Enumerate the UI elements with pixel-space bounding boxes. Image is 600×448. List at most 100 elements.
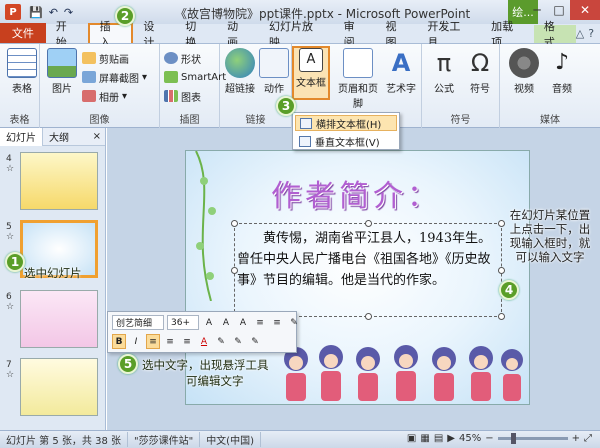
group-images: 图片 剪贴画 屏幕截图 ▾ 相册 ▾ 图像	[40, 44, 160, 128]
resize-handle[interactable]	[365, 220, 372, 227]
picture-button[interactable]: 图片	[42, 48, 82, 95]
bold-button[interactable]: B	[112, 334, 126, 349]
resize-handle[interactable]	[498, 220, 505, 227]
tab-insert[interactable]: 插入	[87, 20, 134, 49]
tab-file[interactable]: 文件	[0, 23, 46, 43]
save-icon[interactable]: 💾	[29, 6, 43, 19]
format-painter-button[interactable]: ✎	[287, 315, 301, 330]
screenshot-button[interactable]: 屏幕截图 ▾	[82, 69, 147, 85]
maximize-button[interactable]: □	[548, 0, 570, 20]
align-center-button[interactable]: ≡	[163, 334, 177, 349]
fit-window-icon[interactable]: ⤢	[584, 433, 592, 444]
action-button[interactable]: 动作	[254, 48, 294, 95]
sorter-view-icon[interactable]: ▦	[420, 433, 429, 444]
zoom-control: ▣ ▦ ▤ ▶ 45% − + ⤢	[407, 433, 592, 444]
close-icon[interactable]: ×	[93, 131, 101, 142]
tab-transitions[interactable]: 切换	[175, 20, 217, 49]
zoom-out-icon[interactable]: −	[485, 433, 493, 444]
resize-handle[interactable]	[498, 267, 505, 274]
decrease-indent-button[interactable]: ≡	[253, 315, 267, 330]
font-color-button[interactable]: A	[197, 334, 211, 349]
header-footer-button[interactable]: 页眉和页脚	[334, 48, 382, 110]
wordart-button[interactable]: A 艺术字	[384, 48, 418, 95]
tab-slideshow[interactable]: 幻灯片放映	[259, 20, 334, 49]
slide-thumbnail[interactable]: 4 ☆	[0, 152, 104, 214]
clear-format-button[interactable]: A	[236, 315, 250, 330]
font-size-select[interactable]: 36+	[167, 315, 199, 330]
minimize-button[interactable]: ─	[526, 0, 548, 20]
minimize-ribbon-icon[interactable]: △	[576, 27, 584, 40]
pi-icon: π	[436, 49, 452, 77]
clipart-button[interactable]: 剪贴画	[82, 50, 129, 66]
group-links: 超链接 动作 链接	[220, 44, 292, 128]
smartart-button[interactable]: SmartArt	[164, 69, 226, 85]
zoom-level[interactable]: 45%	[459, 433, 481, 444]
quick-styles-button[interactable]: ✎	[248, 334, 262, 349]
shrink-font-button[interactable]: A	[219, 315, 233, 330]
shape-fill-button[interactable]: ✎	[214, 334, 228, 349]
tab-review[interactable]: 审阅	[334, 20, 376, 49]
slide-count: 幻灯片 第 5 张，共 38 张	[0, 432, 128, 447]
smartart-icon	[164, 71, 178, 83]
screenshot-icon	[82, 71, 96, 83]
text-box[interactable]: 黄传惕，湖南省平江县人，1943年生。曾任中央人民广播电台《祖国各地》《历史故事…	[231, 220, 505, 320]
globe-icon	[225, 48, 255, 78]
help-icon[interactable]: ?	[588, 27, 594, 40]
chevron-down-icon: ▾	[142, 71, 148, 83]
chart-button[interactable]: 图表	[164, 88, 201, 104]
align-right-button[interactable]: ≡	[180, 334, 194, 349]
normal-view-icon[interactable]: ▣	[407, 433, 416, 444]
resize-handle[interactable]	[498, 313, 505, 320]
slide-title[interactable]: 作者简介：	[216, 171, 496, 215]
slide-preview	[20, 290, 98, 348]
audio-button[interactable]: ♪ 音频	[542, 48, 582, 95]
tab-animations[interactable]: 动画	[217, 20, 259, 49]
textbox-button[interactable]: A 文本框	[292, 46, 330, 100]
slide-thumbnail[interactable]: 6 ☆	[0, 290, 104, 352]
powerpoint-icon: P	[5, 4, 21, 20]
annotation-floating-toolbar: 选中文字，出现悬浮工具	[142, 358, 269, 372]
zoom-slider-handle[interactable]	[511, 433, 517, 444]
video-button[interactable]: 视频	[504, 48, 544, 95]
shape-outline-button[interactable]: ✎	[231, 334, 245, 349]
tab-developer[interactable]: 开发工具	[417, 20, 481, 49]
action-icon	[259, 48, 289, 78]
menu-item-horizontal-textbox[interactable]: 横排文本框(H)	[295, 115, 397, 131]
tab-format[interactable]: 格式	[533, 20, 576, 49]
step-badge-3: 3	[276, 96, 296, 116]
slideshow-view-icon[interactable]: ▶	[447, 433, 455, 444]
reading-view-icon[interactable]: ▤	[434, 433, 443, 444]
textbox-icon: A	[299, 48, 323, 72]
resize-handle[interactable]	[231, 220, 238, 227]
album-button[interactable]: 相册 ▾	[82, 88, 127, 104]
formula-button[interactable]: π 公式	[424, 48, 464, 95]
grow-font-button[interactable]: A	[202, 315, 216, 330]
tab-design[interactable]: 设计	[133, 20, 175, 49]
annotation-click-to-type: 在幻灯片某位置上点击一下，出现输入框时，就可以输入文字	[509, 208, 591, 264]
table-button[interactable]: 表格	[2, 48, 42, 95]
slide-body-text[interactable]: 黄传惕，湖南省平江县人，1943年生。曾任中央人民广播电台《祖国各地》《历史故事…	[237, 228, 499, 291]
tab-slides[interactable]: 幻灯片	[0, 127, 43, 146]
menu-item-vertical-textbox[interactable]: 垂直文本框(V)	[295, 133, 397, 149]
tab-view[interactable]: 视图	[376, 20, 418, 49]
close-button[interactable]: ✕	[570, 0, 600, 20]
slide-thumbnail[interactable]: 7 ☆	[0, 358, 104, 420]
zoom-in-icon[interactable]: +	[572, 433, 580, 444]
chart-icon	[164, 90, 178, 102]
language-indicator[interactable]: 中文(中国)	[200, 432, 261, 447]
tab-home[interactable]: 开始	[46, 20, 88, 49]
increase-indent-button[interactable]: ≡	[270, 315, 284, 330]
step-badge-5: 5	[118, 354, 138, 374]
font-name-select[interactable]: 创艺简细	[112, 315, 164, 330]
tab-addins[interactable]: 加载项	[481, 20, 534, 49]
align-left-button[interactable]: ≡	[146, 334, 160, 349]
symbol-button[interactable]: Ω 符号	[460, 48, 500, 95]
undo-icon[interactable]: ↶	[49, 6, 58, 19]
zoom-slider[interactable]	[497, 433, 568, 444]
redo-icon[interactable]: ↷	[64, 6, 73, 19]
resize-handle[interactable]	[365, 313, 372, 320]
tab-outline[interactable]: 大纲	[43, 128, 75, 146]
status-bar: 幻灯片 第 5 张，共 38 张 "莎莎课件站" 中文(中国) ▣ ▦ ▤ ▶ …	[0, 430, 600, 448]
italic-button[interactable]: I	[129, 334, 143, 349]
shapes-button[interactable]: 形状	[164, 50, 201, 66]
